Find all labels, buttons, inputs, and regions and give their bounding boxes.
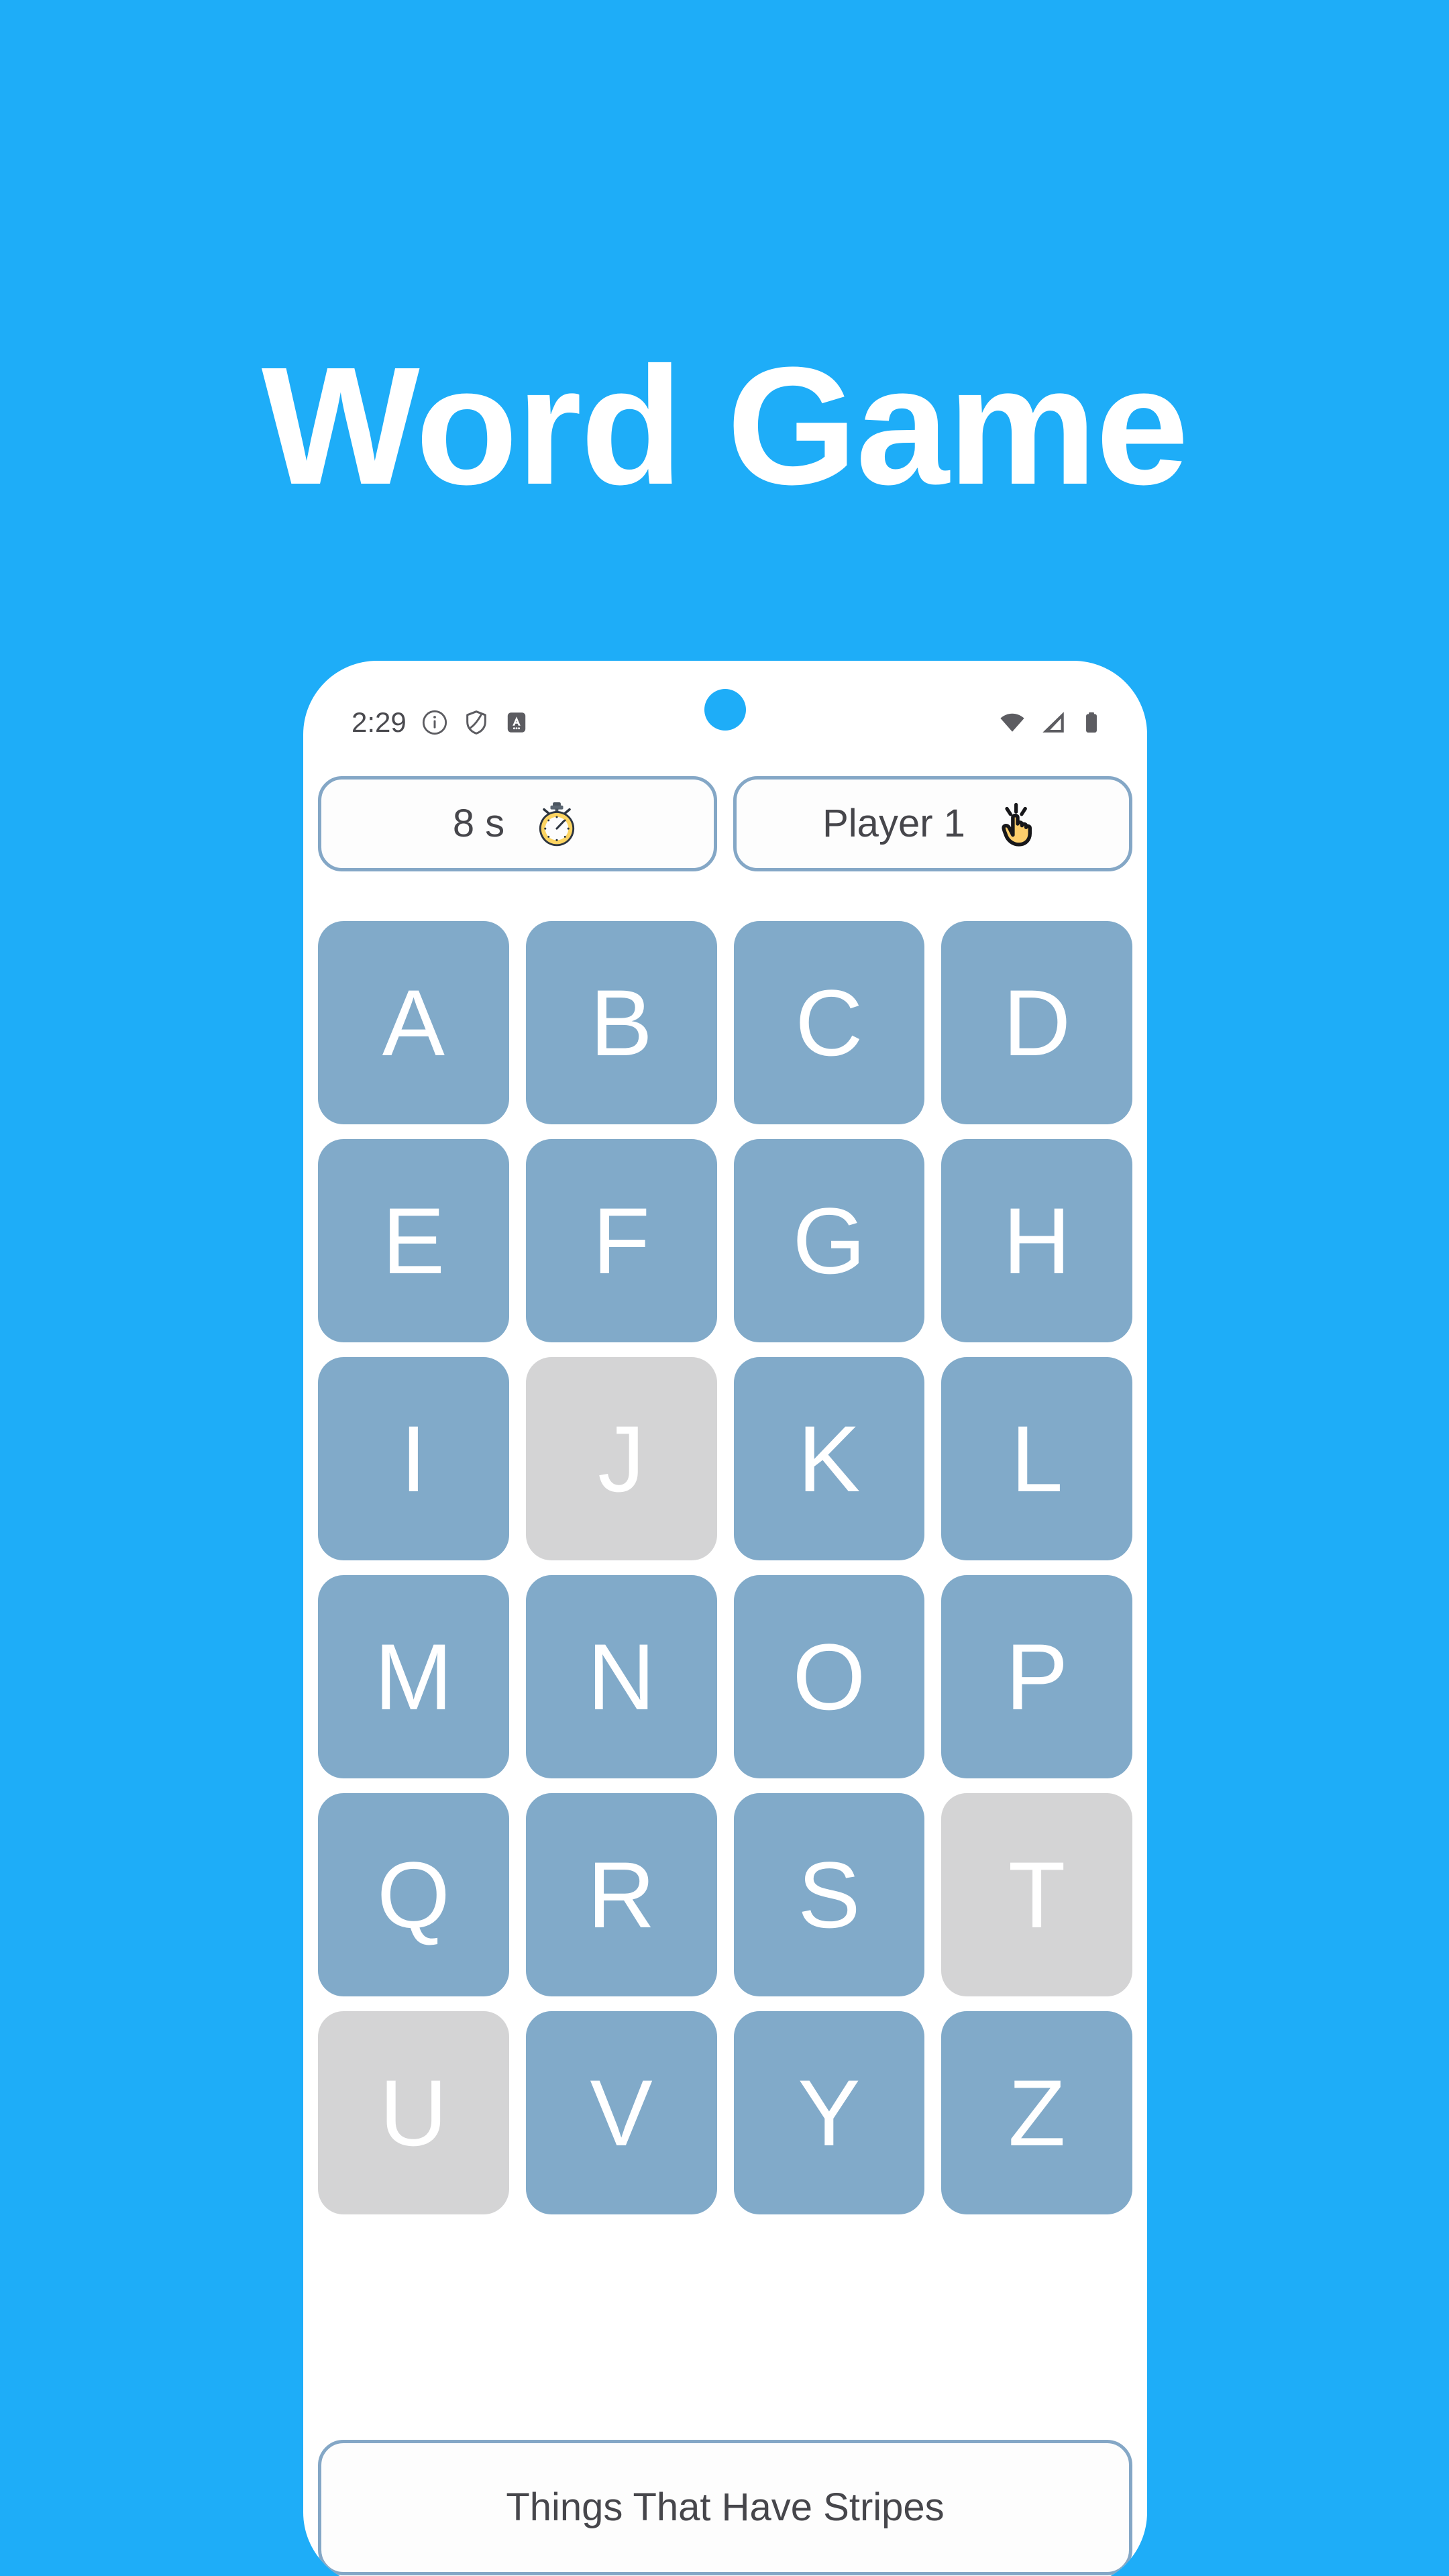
- letter-tile-t: T: [941, 1793, 1132, 1996]
- status-bar-right: [998, 708, 1110, 737]
- status-bar-clock: 2:29: [352, 706, 407, 738]
- letter-tile-j: J: [525, 1357, 717, 1560]
- letter-tile-z[interactable]: Z: [941, 2011, 1132, 2214]
- letter-tile-h[interactable]: H: [941, 1139, 1132, 1342]
- letter-tile-s[interactable]: S: [733, 1793, 925, 1996]
- letter-tile-n[interactable]: N: [525, 1575, 717, 1778]
- letter-tile-v[interactable]: V: [525, 2011, 717, 2214]
- player-card[interactable]: Player 1: [733, 776, 1132, 871]
- letter-tile-i[interactable]: I: [318, 1357, 509, 1560]
- player-name: Player 1: [822, 802, 965, 845]
- letter-tile-f[interactable]: F: [525, 1139, 717, 1342]
- letter-grid: ABCD EFGH IJKL MNOP QRST UVYZ: [303, 921, 1147, 2214]
- cellular-signal-icon: [1039, 708, 1067, 737]
- letter-tile-a[interactable]: A: [318, 921, 509, 1124]
- letter-tile-e[interactable]: E: [318, 1139, 509, 1342]
- letter-tile-g[interactable]: G: [733, 1139, 925, 1342]
- phone-frame: 2:29 8 s Player 1 A B C D E F G H I J K …: [303, 661, 1147, 2576]
- letter-tile-u: U: [318, 2011, 509, 2214]
- pointing-hand-icon: [992, 798, 1043, 849]
- timer-card[interactable]: 8 s: [318, 776, 717, 871]
- game-top-bar: 8 s Player 1: [303, 776, 1147, 871]
- page-title: Word Game: [261, 332, 1189, 519]
- letter-tile-k[interactable]: K: [733, 1357, 925, 1560]
- category-label: Things That Have Stripes: [506, 2485, 945, 2529]
- letter-tile-l[interactable]: L: [941, 1357, 1132, 1560]
- letter-tile-y[interactable]: Y: [733, 2011, 925, 2214]
- letter-tile-c[interactable]: C: [733, 921, 925, 1124]
- wifi-icon: [998, 708, 1027, 737]
- shield-icon: [463, 709, 490, 736]
- letter-tile-d[interactable]: D: [941, 921, 1132, 1124]
- camera-punch-hole: [704, 689, 746, 731]
- letter-tile-o[interactable]: O: [733, 1575, 925, 1778]
- battery-icon: [1079, 710, 1104, 735]
- letter-tile-b[interactable]: B: [525, 921, 717, 1124]
- letter-tile-m[interactable]: M: [318, 1575, 509, 1778]
- stopwatch-icon: [531, 798, 582, 849]
- status-bar-left: 2:29: [352, 708, 529, 737]
- category-card[interactable]: Things That Have Stripes: [318, 2440, 1132, 2575]
- timer-value: 8 s: [452, 802, 505, 845]
- letter-tile-r[interactable]: R: [525, 1793, 717, 1996]
- a-badge-icon: [504, 710, 529, 735]
- letter-tile-p[interactable]: P: [941, 1575, 1132, 1778]
- letter-tile-q[interactable]: Q: [318, 1793, 509, 1996]
- info-circle-icon: [421, 709, 448, 736]
